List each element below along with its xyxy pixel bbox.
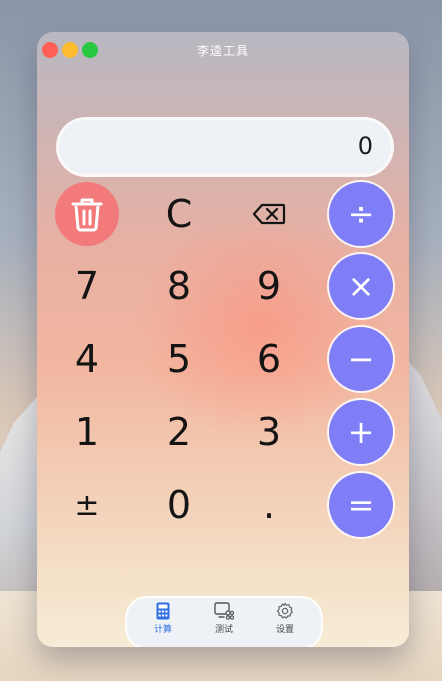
calculator-display: 0	[59, 120, 391, 174]
backspace-icon	[252, 203, 286, 225]
title-bar: 李逵工具	[37, 32, 409, 68]
digit-6-button[interactable]: 6	[237, 327, 301, 391]
tab-calculate[interactable]: 计算	[136, 602, 190, 642]
plus-button[interactable]: +	[329, 400, 393, 464]
digit-0-button[interactable]: 0	[147, 473, 211, 537]
trash-icon	[71, 198, 103, 232]
multiply-button[interactable]: ×	[329, 254, 393, 318]
digit-9-button[interactable]: 9	[237, 254, 301, 318]
digit-7-button[interactable]: 7	[55, 254, 119, 318]
decimal-button[interactable]: .	[237, 473, 301, 537]
test-icon	[214, 602, 234, 620]
tab-label: 计算	[153, 625, 172, 635]
digit-4-button[interactable]: 4	[55, 327, 119, 391]
delete-button[interactable]	[55, 182, 119, 246]
backspace-button[interactable]	[237, 182, 301, 246]
window-title: 李逵工具	[196, 44, 249, 58]
plus-minus-button[interactable]: ±	[55, 473, 119, 537]
settings-icon	[276, 602, 293, 619]
display-value: 0	[357, 132, 373, 160]
tab-settings[interactable]: 设置	[258, 602, 312, 642]
tab-label: 测试	[214, 625, 233, 635]
divide-button[interactable]: ÷	[329, 182, 393, 246]
tab-test[interactable]: 测试	[197, 602, 251, 642]
digit-5-button[interactable]: 5	[147, 327, 211, 391]
digit-8-button[interactable]: 8	[147, 254, 211, 318]
bottom-tab-bar: 计算 测试 设置	[127, 598, 321, 647]
tab-label: 设置	[275, 625, 294, 635]
digit-1-button[interactable]: 1	[55, 400, 119, 464]
app-window: 李逵工具 0 C ÷ 7 8 9 × 4 5 6 − 1 2 3 + ± 0 .…	[37, 32, 409, 647]
minus-button[interactable]: −	[329, 327, 393, 391]
digit-2-button[interactable]: 2	[147, 400, 211, 464]
calculator-icon	[156, 602, 170, 620]
clear-button[interactable]: C	[147, 182, 211, 246]
equals-button[interactable]: =	[329, 473, 393, 537]
digit-3-button[interactable]: 3	[237, 400, 301, 464]
